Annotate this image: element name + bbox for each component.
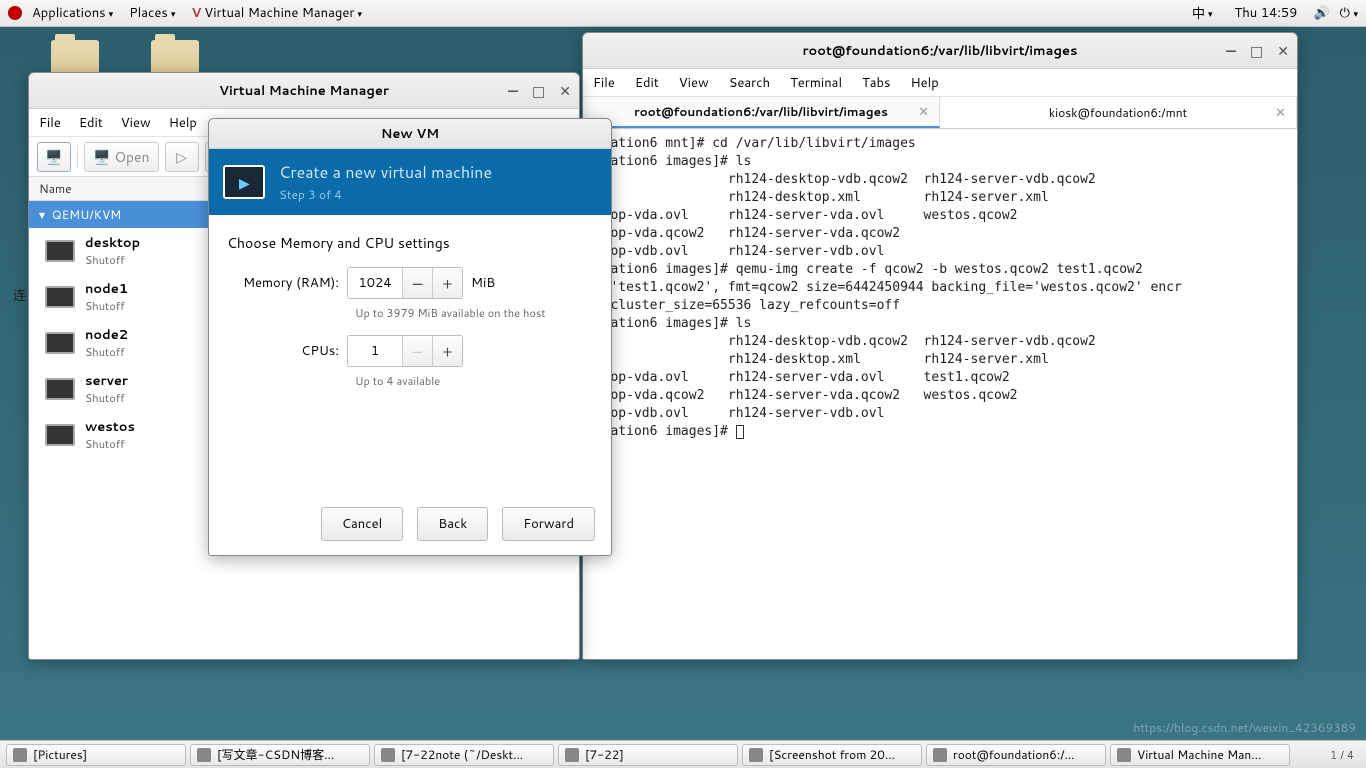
new-vm-dialog: New VM Create a new virtual machine Step… — [208, 118, 612, 556]
menu-help[interactable]: Help — [169, 114, 197, 132]
vm-state: Shutoff — [85, 344, 128, 360]
vm-name: server — [85, 372, 128, 390]
terminal-window: root@foundation6:/var/lib/libvirt/images… — [582, 32, 1298, 660]
taskbar-item[interactable]: [7-22] — [558, 744, 738, 766]
vm-state: Shutoff — [85, 390, 128, 406]
cpu-hint: Up to 4 available — [355, 373, 593, 389]
section-heading: Choose Memory and CPU settings — [227, 233, 593, 253]
vm-name: desktop — [85, 234, 140, 252]
terminal-body[interactable]: undation6 mnt]# cd /var/lib/libvirt/imag… — [583, 129, 1297, 659]
cpu-spinbox: − + — [347, 335, 463, 367]
memory-input[interactable] — [348, 268, 402, 298]
menu-edit[interactable]: Edit — [635, 74, 659, 92]
taskbar-item[interactable]: root@foundation6:/... — [926, 744, 1106, 766]
terminal-title: root@foundation6:/var/lib/libvirt/images — [803, 42, 1078, 60]
taskbar-item[interactable]: Virtual Machine Man... — [1110, 744, 1290, 766]
menu-file[interactable]: File — [39, 114, 61, 132]
memory-decrement[interactable]: − — [402, 268, 432, 298]
vm-icon — [223, 165, 265, 199]
monitor-icon — [45, 240, 75, 262]
desktop-label-truncated: 连 — [13, 285, 26, 305]
taskbar-item[interactable]: [Screenshot from 20... — [742, 744, 922, 766]
wizard-step: Step 3 of 4 — [279, 186, 492, 203]
minimize-button[interactable]: — — [508, 81, 518, 101]
places-menu[interactable]: Places ▾ — [123, 1, 181, 25]
maximize-button[interactable]: □ — [1250, 41, 1263, 61]
distro-icon — [8, 6, 22, 20]
monitor-icon — [45, 286, 75, 308]
app-icon — [749, 748, 763, 762]
close-icon[interactable]: ✕ — [918, 103, 929, 121]
appmenu[interactable]: VVirtual Machine Manager ▾ — [185, 1, 368, 25]
vmm-titlebar[interactable]: Virtual Machine Manager — □ ✕ — [29, 73, 579, 109]
taskbar-item[interactable]: [Pictures] — [6, 744, 186, 766]
cpu-increment[interactable]: + — [432, 336, 462, 366]
memory-label: Memory (RAM): — [227, 274, 347, 292]
app-icon — [565, 748, 579, 762]
gnome-topbar: Applications ▾ Places ▾ VVirtual Machine… — [0, 0, 1366, 27]
app-icon — [933, 748, 947, 762]
cpu-decrement: − — [402, 336, 432, 366]
minimize-button[interactable]: — — [1226, 41, 1236, 61]
terminal-titlebar[interactable]: root@foundation6:/var/lib/libvirt/images… — [583, 33, 1297, 69]
back-button[interactable]: Back — [417, 507, 488, 541]
clock[interactable]: Thu 14:59 — [1229, 1, 1304, 25]
app-icon — [381, 748, 395, 762]
close-button[interactable]: ✕ — [1277, 41, 1289, 61]
cancel-button[interactable]: Cancel — [321, 507, 403, 541]
app-icon — [13, 748, 27, 762]
monitor-icon — [45, 332, 75, 354]
cpu-input[interactable] — [348, 336, 402, 366]
vm-state: Shutoff — [85, 436, 135, 452]
new-vm-button[interactable]: 🖥️ — [37, 142, 71, 172]
vm-name: westos — [85, 418, 135, 436]
app-icon — [197, 748, 211, 762]
vmm-title: Virtual Machine Manager — [219, 82, 389, 100]
ime-indicator[interactable]: 中 ▾ — [1186, 0, 1219, 26]
wizard-headline: Create a new virtual machine — [279, 161, 492, 184]
open-vm-button[interactable]: 🖥️ Open — [84, 142, 159, 172]
menu-file[interactable]: File — [593, 74, 615, 92]
applications-menu[interactable]: Applications ▾ — [26, 1, 119, 25]
terminal-tab-1[interactable]: root@foundation6:/var/lib/libvirt/images… — [583, 97, 940, 128]
menu-tabs[interactable]: Tabs — [862, 74, 890, 92]
cpu-label: CPUs: — [227, 342, 347, 360]
power-icon[interactable]: ⏻ ▾ — [1340, 4, 1358, 22]
close-button[interactable]: ✕ — [559, 81, 571, 101]
vm-state: Shutoff — [85, 298, 128, 314]
volume-icon[interactable]: 🔊 — [1313, 4, 1329, 22]
maximize-button[interactable]: □ — [532, 81, 545, 101]
app-icon — [1117, 748, 1131, 762]
menu-view[interactable]: View — [679, 74, 709, 92]
taskbar-item[interactable]: [7-22note (~/Deskt... — [374, 744, 554, 766]
terminal-tab-2[interactable]: kiosk@foundation6:/mnt✕ — [940, 97, 1297, 128]
menu-terminal[interactable]: Terminal — [790, 74, 842, 92]
terminal-menubar: File Edit View Search Terminal Tabs Help — [583, 69, 1297, 97]
vm-name: node2 — [85, 326, 128, 344]
terminal-cursor — [736, 425, 744, 439]
close-icon[interactable]: ✕ — [1275, 104, 1286, 122]
memory-hint: Up to 3979 MiB available on the host — [355, 305, 593, 321]
taskbar-item[interactable]: [写文章-CSDN博客... — [190, 744, 370, 766]
menu-edit[interactable]: Edit — [79, 114, 103, 132]
taskbar: [Pictures][写文章-CSDN博客...[7-22note (~/Des… — [0, 740, 1366, 768]
memory-spinbox: − + — [347, 267, 463, 299]
wizard-header: Create a new virtual machine Step 3 of 4 — [209, 149, 611, 215]
dialog-titlebar[interactable]: New VM — [209, 119, 611, 149]
dialog-title: New VM — [381, 125, 439, 143]
monitor-icon — [45, 424, 75, 446]
menu-help[interactable]: Help — [910, 74, 938, 92]
menu-view[interactable]: View — [121, 114, 151, 132]
memory-unit: MiB — [471, 274, 495, 292]
terminal-tabs: root@foundation6:/var/lib/libvirt/images… — [583, 97, 1297, 129]
vm-state: Shutoff — [85, 252, 140, 268]
workspace-pager[interactable]: 1 / 4 — [1324, 747, 1360, 763]
vm-name: node1 — [85, 280, 128, 298]
monitor-icon — [45, 378, 75, 400]
memory-increment[interactable]: + — [432, 268, 462, 298]
menu-search[interactable]: Search — [729, 74, 770, 92]
forward-button[interactable]: Forward — [502, 507, 595, 541]
run-button[interactable]: ▷ — [165, 142, 199, 172]
watermark: https://blog.csdn.net/weixin_42369389 — [1133, 719, 1356, 736]
